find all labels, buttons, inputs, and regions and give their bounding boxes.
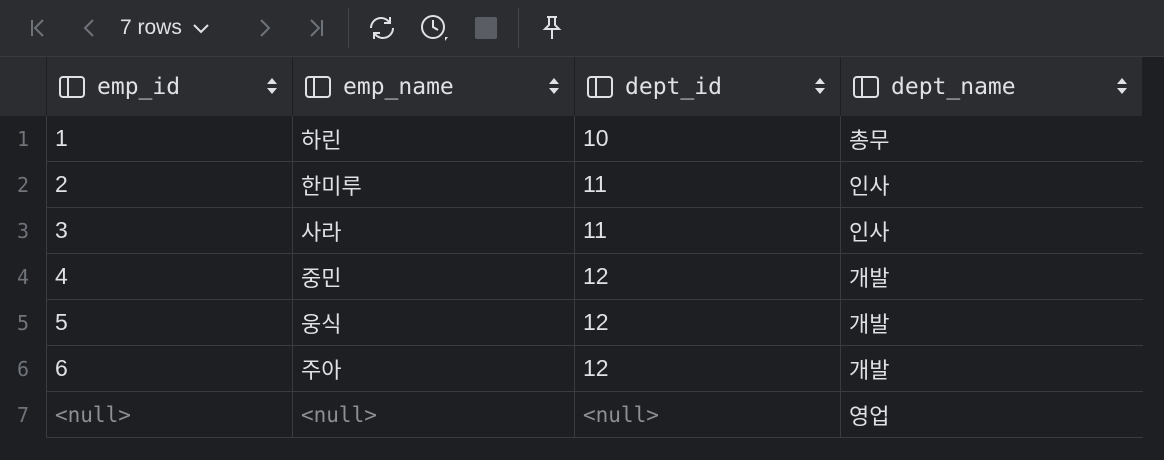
cell-dept-id[interactable]: 10 xyxy=(574,116,840,162)
pin-icon xyxy=(542,16,562,39)
last-page-button[interactable] xyxy=(298,10,334,46)
table-row[interactable]: 7 <null> <null> <null> 영업 xyxy=(0,392,1143,438)
chevron-down-icon xyxy=(193,24,209,34)
next-page-icon xyxy=(260,19,271,37)
column-header-dept-name[interactable]: dept_name xyxy=(840,57,1142,116)
cell-emp-name[interactable]: 주아 xyxy=(292,346,574,392)
refresh-icon xyxy=(370,17,394,39)
next-page-button[interactable] xyxy=(246,10,282,46)
cell-emp-id[interactable]: 1 xyxy=(46,116,292,162)
cell-emp-name[interactable]: <null> xyxy=(292,392,574,438)
cell-dept-id[interactable]: 12 xyxy=(574,346,840,392)
cell-dept-id[interactable]: 12 xyxy=(574,300,840,346)
table-row[interactable]: 3 3 사라 11 인사 xyxy=(0,208,1143,254)
header-row: emp_id emp_name dept_id dept_name xyxy=(0,57,1164,116)
cell-emp-name[interactable]: 중민 xyxy=(292,254,574,300)
column-icon xyxy=(853,75,879,98)
column-header-emp-name[interactable]: emp_name xyxy=(292,57,574,116)
corner-cell xyxy=(0,57,46,116)
first-page-icon xyxy=(31,19,44,37)
column-icon xyxy=(59,75,85,98)
table-row[interactable]: 6 6 주아 12 개발 xyxy=(0,346,1143,392)
row-number: 2 xyxy=(16,173,30,197)
history-icon xyxy=(421,15,448,41)
sort-icon[interactable] xyxy=(266,77,278,95)
toolbar-separator xyxy=(518,8,519,48)
column-icon xyxy=(587,75,613,98)
table-row[interactable]: 2 2 한미루 11 인사 xyxy=(0,162,1143,208)
table-row[interactable]: 1 1 하린 10 총무 xyxy=(0,116,1143,162)
cell-emp-id[interactable]: 6 xyxy=(46,346,292,392)
stop-icon xyxy=(475,17,497,39)
history-button[interactable] xyxy=(416,10,452,46)
sort-icon[interactable] xyxy=(548,77,560,95)
cell-dept-name[interactable]: 개발 xyxy=(840,254,1143,300)
column-header-label: emp_name xyxy=(343,73,454,100)
pin-button[interactable] xyxy=(534,10,570,46)
rows-count-label: 7 rows xyxy=(120,16,182,39)
last-page-icon xyxy=(310,19,323,37)
refresh-button[interactable] xyxy=(364,10,400,46)
cell-dept-name[interactable]: 인사 xyxy=(840,208,1143,254)
previous-page-button[interactable] xyxy=(72,10,108,46)
row-number: 1 xyxy=(16,127,30,151)
cell-dept-name[interactable]: 인사 xyxy=(840,162,1143,208)
cell-dept-id[interactable]: 12 xyxy=(574,254,840,300)
results-toolbar: 7 rows xyxy=(0,0,1164,57)
row-number: 5 xyxy=(16,311,30,335)
cell-emp-id[interactable]: 3 xyxy=(46,208,292,254)
rows-count-dropdown[interactable]: 7 rows xyxy=(120,10,210,46)
column-header-label: dept_name xyxy=(891,73,1016,100)
cell-dept-name[interactable]: 개발 xyxy=(840,300,1143,346)
toolbar-separator xyxy=(348,8,349,48)
column-header-dept-id[interactable]: dept_id xyxy=(574,57,840,116)
first-page-button[interactable] xyxy=(20,10,56,46)
cell-emp-name[interactable]: 사라 xyxy=(292,208,574,254)
cell-emp-id[interactable]: <null> xyxy=(46,392,292,438)
cell-dept-id[interactable]: <null> xyxy=(574,392,840,438)
cell-emp-name[interactable]: 웅식 xyxy=(292,300,574,346)
column-header-label: dept_id xyxy=(625,73,722,100)
cell-dept-name[interactable]: 영업 xyxy=(840,392,1143,438)
cell-emp-id[interactable]: 2 xyxy=(46,162,292,208)
cell-emp-id[interactable]: 4 xyxy=(46,254,292,300)
cell-dept-id[interactable]: 11 xyxy=(574,162,840,208)
table-row[interactable]: 4 4 중민 12 개발 xyxy=(0,254,1143,300)
sort-icon[interactable] xyxy=(814,77,826,95)
cell-dept-name[interactable]: 개발 xyxy=(840,346,1143,392)
column-icon xyxy=(305,75,331,98)
sort-icon[interactable] xyxy=(1116,77,1128,95)
column-header-label: emp_id xyxy=(97,73,181,100)
cell-dept-name[interactable]: 총무 xyxy=(840,116,1143,162)
cell-emp-name[interactable]: 한미루 xyxy=(292,162,574,208)
table-row[interactable]: 5 5 웅식 12 개발 xyxy=(0,300,1143,346)
prev-page-icon xyxy=(83,19,94,37)
stop-button[interactable] xyxy=(468,10,504,46)
cell-dept-id[interactable]: 11 xyxy=(574,208,840,254)
row-number: 7 xyxy=(16,403,30,427)
cell-emp-id[interactable]: 5 xyxy=(46,300,292,346)
cell-emp-name[interactable]: 하린 xyxy=(292,116,574,162)
row-number: 6 xyxy=(16,357,30,381)
row-number: 4 xyxy=(16,265,30,289)
column-header-emp-id[interactable]: emp_id xyxy=(46,57,292,116)
row-number: 3 xyxy=(16,219,30,243)
